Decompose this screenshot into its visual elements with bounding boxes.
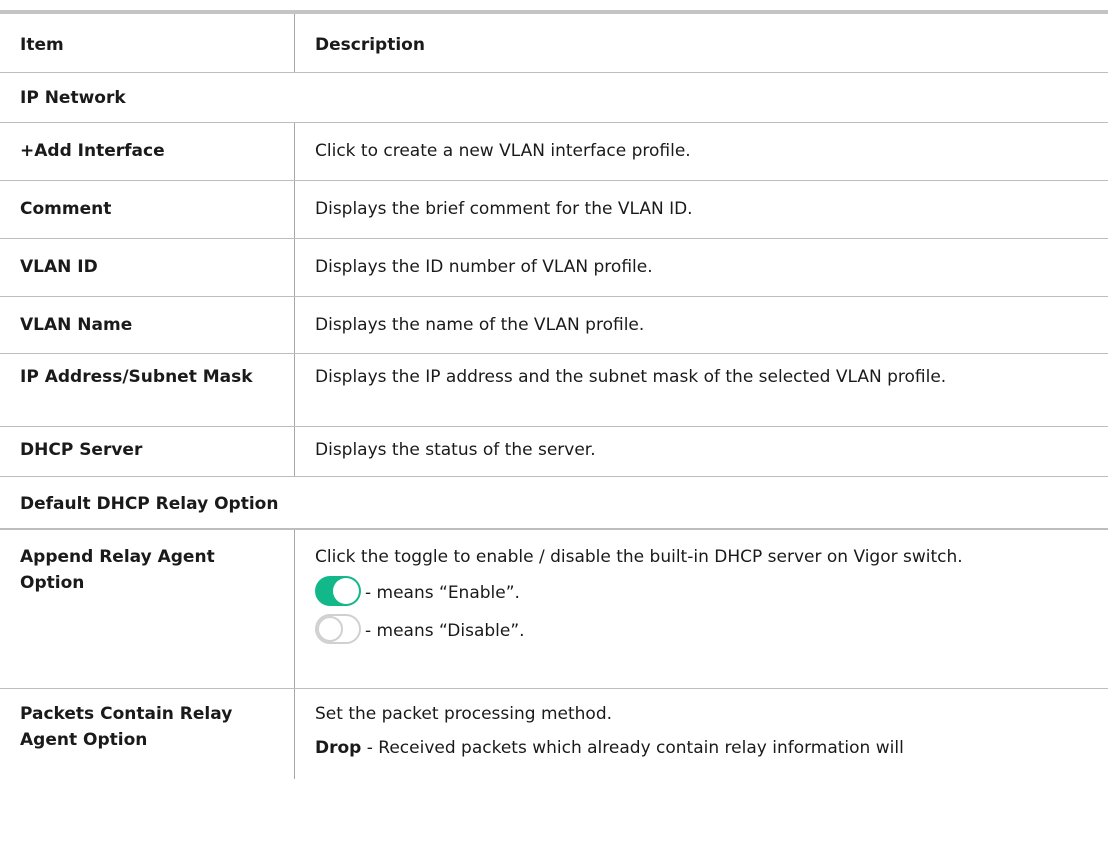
table-row: VLAN Name Displays the name of the VLAN …: [0, 297, 1108, 354]
row-item: VLAN ID: [0, 239, 295, 296]
packets-contain-description: Set the packet processing method.: [315, 704, 613, 724]
table-row-append-relay: Append Relay Agent Option Click the togg…: [0, 529, 1108, 689]
table-row: Comment Displays the brief comment for t…: [0, 181, 1108, 239]
table-row-packets-contain: Packets Contain Relay Agent Option Set t…: [0, 689, 1108, 779]
table-row: DHCP Server Displays the status of the s…: [0, 427, 1108, 477]
row-description: Displays the ID number of VLAN profile.: [315, 257, 653, 277]
row-item: IP Address/Subnet Mask: [0, 354, 295, 426]
drop-text: - Received packets which already contain…: [361, 738, 904, 758]
toggle-off-icon: [315, 614, 361, 644]
table-row: +Add Interface Click to create a new VLA…: [0, 123, 1108, 181]
row-item: Comment: [0, 181, 295, 238]
disable-legend-text: - means “Disable”.: [365, 621, 525, 641]
disable-legend: - means “Disable”.: [315, 614, 1090, 644]
header-description: Description: [315, 35, 425, 55]
row-description: Displays the name of the VLAN profile.: [315, 315, 645, 335]
row-item: VLAN Name: [0, 297, 295, 353]
row-description: Set the packet processing method. Drop -…: [295, 689, 1108, 779]
drop-label: Drop: [315, 738, 362, 758]
table-row: VLAN ID Displays the ID number of VLAN p…: [0, 239, 1108, 297]
toggle-on-icon: [315, 576, 361, 606]
description-table: Item Description IP Network +Add Interfa…: [0, 10, 1108, 779]
append-relay-description: Click the toggle to enable / disable the…: [315, 547, 963, 567]
section-title-ip-network: IP Network: [20, 88, 126, 108]
row-description: Click to create a new VLAN interface pro…: [315, 141, 691, 161]
section-title-dhcp-relay: Default DHCP Relay Option: [20, 494, 279, 514]
section-row-ip-network: IP Network: [0, 73, 1108, 123]
row-description: Displays the brief comment for the VLAN …: [315, 199, 693, 219]
table-row: IP Address/Subnet Mask Displays the IP a…: [0, 354, 1108, 427]
enable-legend: - means “Enable”.: [315, 576, 1090, 606]
row-item: Append Relay Agent Option: [0, 530, 295, 688]
drop-option: Drop - Received packets which already co…: [315, 735, 1090, 761]
section-row-dhcp-relay: Default DHCP Relay Option: [0, 477, 1108, 529]
row-item: +Add Interface: [0, 123, 295, 180]
table-header: Item Description: [0, 14, 1108, 73]
header-item: Item: [0, 14, 295, 72]
row-description: Displays the status of the server.: [315, 440, 596, 460]
enable-legend-text: - means “Enable”.: [365, 583, 520, 603]
row-description: Click the toggle to enable / disable the…: [295, 530, 1108, 688]
row-item: Packets Contain Relay Agent Option: [0, 689, 295, 779]
row-description: Displays the IP address and the subnet m…: [315, 367, 947, 387]
row-item: DHCP Server: [0, 427, 295, 476]
